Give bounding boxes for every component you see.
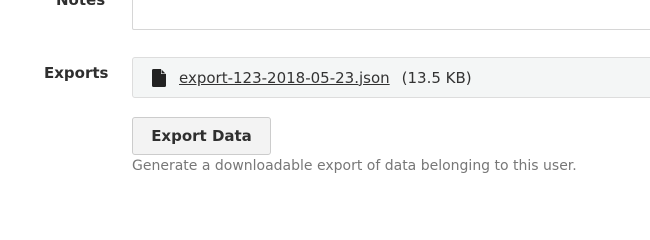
export-data-button[interactable]: Export Data — [132, 117, 271, 155]
export-help-text: Generate a downloadable export of data b… — [132, 158, 577, 174]
export-file-link[interactable]: export-123-2018-05-23.json — [179, 69, 390, 87]
user-export-form: Notes Exports export-123-2018-05-23.json… — [0, 0, 650, 200]
file-size: (13.5 KB) — [401, 68, 472, 87]
notes-textarea[interactable] — [132, 0, 650, 30]
file-icon — [152, 68, 166, 87]
notes-label: Notes — [56, 0, 106, 9]
exports-list: export-123-2018-05-23.json (13.5 KB) — [132, 57, 650, 98]
exports-label: Exports — [44, 64, 109, 82]
